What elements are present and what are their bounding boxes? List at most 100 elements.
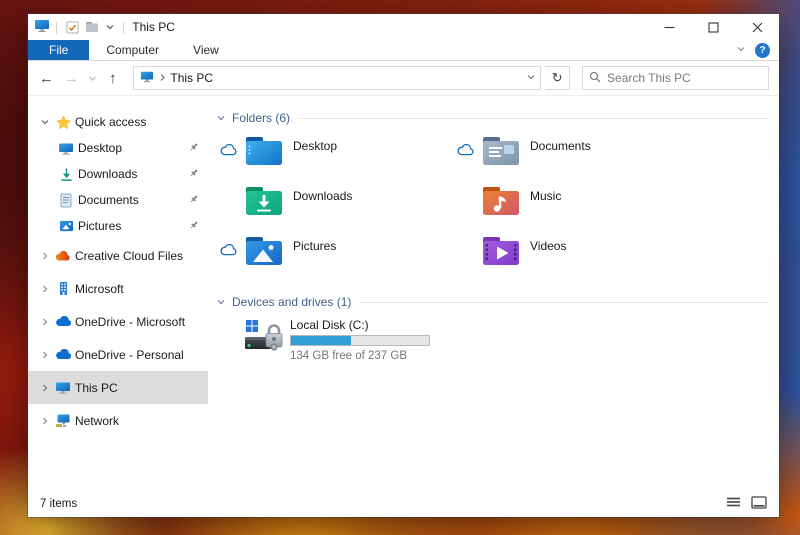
sidebar-item-microsoft[interactable]: Microsoft (28, 272, 208, 305)
recent-locations-chevron-icon[interactable] (86, 66, 98, 90)
documents-folder-icon (481, 134, 521, 171)
tab-computer[interactable]: Computer (89, 40, 176, 60)
sidebar-item-label: Network (75, 413, 120, 428)
tile-label: Desktop (293, 139, 338, 153)
group-header-rule (361, 301, 769, 303)
search-icon (589, 71, 601, 86)
pictures-folder-icon (244, 234, 284, 271)
chevron-right-icon[interactable] (36, 350, 54, 360)
tile-label: Pictures (293, 239, 337, 253)
chevron-right-icon[interactable] (36, 317, 54, 327)
tab-file[interactable]: File (28, 40, 90, 60)
new-folder-icon[interactable] (82, 16, 102, 38)
search-input[interactable] (607, 71, 763, 85)
pin-icon (189, 219, 199, 233)
sidebar-item-label: OneDrive - Microsoft (75, 314, 186, 329)
large-icons-view-icon[interactable] (751, 495, 767, 512)
tile-documents[interactable]: Documents (453, 134, 690, 184)
sidebar-item-downloads[interactable]: Downloads (28, 161, 208, 187)
devices-group-header[interactable]: Devices and drives (1) (216, 294, 769, 310)
forward-button[interactable]: → (61, 66, 82, 90)
address-bar[interactable]: This PC (133, 66, 542, 90)
file-explorer-window: | | This PC File Computer View ? ← → ↑ T… (28, 14, 779, 517)
onedrive-status-cloud-icon (220, 244, 237, 256)
onedrive-cloud-icon (54, 349, 72, 360)
sidebar-item-label: This PC (75, 380, 118, 395)
group-header-label: Folders (6) (232, 111, 291, 125)
tile-music[interactable]: Music (453, 184, 690, 234)
properties-icon[interactable] (63, 16, 82, 38)
sidebar-item-this-pc[interactable]: This PC (28, 371, 208, 404)
maximize-button[interactable] (691, 14, 735, 40)
tile-videos[interactable]: Videos (453, 234, 690, 284)
onedrive-status-cloud-icon (457, 144, 474, 156)
tile-pictures[interactable]: Pictures (216, 234, 453, 284)
documents-icon (57, 193, 75, 208)
minimize-ribbon-chevron-icon[interactable] (736, 43, 746, 57)
items-view: Folders (6) Desktop Documents Downloads … (208, 96, 779, 490)
sidebar-item-label: Microsoft (75, 281, 124, 296)
downloads-icon (57, 167, 75, 182)
sidebar-item-onedrive-microsoft[interactable]: OneDrive - Microsoft (28, 305, 208, 338)
folders-grid: Desktop Documents Downloads Music Pictur… (216, 134, 769, 284)
titlebar-separator: | (122, 20, 126, 34)
chevron-right-icon[interactable] (36, 383, 54, 393)
sidebar-item-label: OneDrive - Personal (75, 347, 184, 362)
onedrive-cloud-icon (54, 316, 72, 327)
desktop-icon (57, 141, 75, 156)
sidebar-item-documents[interactable]: Documents (28, 187, 208, 213)
chevron-down-icon[interactable] (36, 117, 54, 127)
tile-label: Documents (530, 139, 591, 153)
sidebar-item-quick-access[interactable]: Quick access (28, 109, 208, 135)
details-view-icon[interactable] (726, 496, 741, 511)
tile-label: Downloads (293, 189, 353, 203)
tab-view[interactable]: View (176, 40, 236, 60)
desktop-folder-icon (244, 134, 284, 171)
sidebar-item-network[interactable]: Network (28, 404, 208, 437)
address-dropdown-chevron-icon[interactable] (526, 71, 536, 85)
sidebar-item-desktop[interactable]: Desktop (28, 135, 208, 161)
tile-local-disk-c[interactable]: Local Disk (C:) 134 GB free of 237 GB (216, 318, 769, 362)
window-title: This PC (132, 20, 175, 34)
chevron-right-icon[interactable] (36, 284, 54, 294)
navigation-pane: Quick access Desktop Downloads Documents… (28, 96, 208, 490)
creative-cloud-icon (54, 250, 72, 262)
sidebar-item-onedrive-personal[interactable]: OneDrive - Personal (28, 338, 208, 371)
customize-qat-chevron-icon[interactable] (103, 16, 117, 38)
quick-access-star-icon (54, 114, 72, 130)
status-bar: 7 items (28, 490, 779, 517)
titlebar-separator: | (55, 20, 59, 34)
address-monitor-icon (140, 70, 154, 86)
breadcrumb-this-pc[interactable]: This PC (170, 71, 213, 85)
building-icon (54, 281, 72, 296)
window-monitor-icon (34, 18, 50, 36)
sidebar-item-label: Documents (78, 193, 139, 207)
tile-label: Music (530, 189, 562, 203)
chevron-right-icon[interactable] (36, 251, 54, 261)
help-button[interactable]: ? (755, 42, 770, 58)
pictures-icon (57, 219, 75, 233)
tile-desktop[interactable]: Desktop (216, 134, 453, 184)
sidebar-item-pictures[interactable]: Pictures (28, 213, 208, 239)
onedrive-status-cloud-icon (220, 144, 237, 156)
tile-downloads[interactable]: Downloads (216, 184, 453, 234)
title-bar: | | This PC (28, 14, 779, 40)
ribbon-tab-row: File Computer View ? (28, 40, 779, 61)
disk-usage-fill (291, 336, 352, 345)
search-box[interactable] (582, 66, 770, 90)
videos-folder-icon (481, 234, 521, 271)
refresh-button[interactable]: ↻ (545, 66, 571, 90)
back-button[interactable]: ← (36, 66, 57, 90)
group-header-rule (300, 117, 769, 119)
up-button[interactable]: ↑ (102, 66, 123, 90)
close-button[interactable] (735, 14, 779, 40)
minimize-button[interactable] (647, 14, 691, 40)
sidebar-item-label: Creative Cloud Files (75, 248, 184, 263)
folders-group-header[interactable]: Folders (6) (216, 110, 769, 126)
sidebar-item-creative-cloud-files[interactable]: Creative Cloud Files (28, 239, 208, 272)
breadcrumb-chevron-icon[interactable] (159, 71, 166, 85)
navigation-bar: ← → ↑ This PC ↻ Search This PC (28, 61, 779, 96)
sidebar-item-label: Quick access (75, 115, 147, 129)
item-count: 7 items (40, 497, 78, 510)
chevron-right-icon[interactable] (36, 416, 54, 426)
